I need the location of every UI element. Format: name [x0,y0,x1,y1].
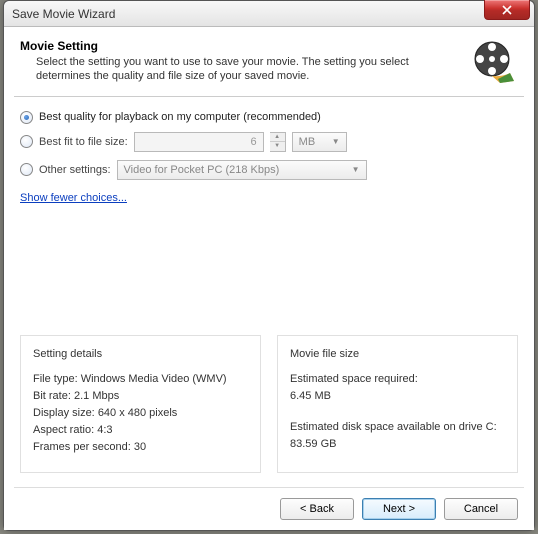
radio-other-settings[interactable] [20,163,33,176]
titlebar[interactable]: Save Movie Wizard [4,1,534,27]
setting-details-panel: Setting details File type: Windows Media… [20,335,261,473]
detail-file-type: File type: Windows Media Video (WMV) [33,371,248,388]
page-subtitle: Select the setting you want to use to sa… [36,55,458,84]
back-button[interactable]: < Back [280,498,354,520]
space-required-value: 6.45 MB [290,388,505,405]
radio-best-fit[interactable] [20,135,33,148]
show-fewer-choices-link[interactable]: Show fewer choices... [20,192,127,204]
file-size-input[interactable]: 6 [134,132,264,152]
close-button[interactable] [484,0,530,20]
file-size-stepper[interactable]: ▲▼ [270,132,286,152]
wizard-header: Movie Setting Select the setting you wan… [14,35,524,96]
setting-details-heading: Setting details [33,346,248,363]
file-size-panel: Movie file size Estimated space required… [277,335,518,473]
detail-fps: Frames per second: 30 [33,439,248,456]
chevron-up-icon: ▲ [270,133,285,143]
radio-best-fit-label: Best fit to file size: [39,136,128,148]
file-size-unit-select[interactable]: MB▼ [292,132,347,152]
radio-best-quality[interactable] [20,111,33,124]
space-required-label: Estimated space required: [290,371,505,388]
detail-display-size: Display size: 640 x 480 pixels [33,405,248,422]
divider [14,96,524,97]
other-settings-select[interactable]: Video for Pocket PC (218 Kbps)▼ [117,160,367,180]
detail-aspect-ratio: Aspect ratio: 4:3 [33,422,248,439]
close-icon [502,5,512,15]
chevron-down-icon: ▼ [270,142,285,151]
page-title: Movie Setting [20,39,458,53]
window-title: Save Movie Wizard [12,7,115,21]
file-size-heading: Movie file size [290,346,505,363]
chevron-down-icon: ▼ [332,137,340,146]
movie-reel-icon [470,37,518,85]
detail-bit-rate: Bit rate: 2.1 Mbps [33,388,248,405]
space-available-label: Estimated disk space available on drive … [290,419,505,436]
wizard-buttons: < Back Next > Cancel [14,487,524,522]
options-group: Best quality for playback on my computer… [14,111,524,204]
next-button[interactable]: Next > [362,498,436,520]
cancel-button[interactable]: Cancel [444,498,518,520]
radio-other-settings-label: Other settings: [39,164,111,176]
space-available-value: 83.59 GB [290,436,505,453]
content-area: Movie Setting Select the setting you wan… [4,27,534,530]
radio-best-quality-label: Best quality for playback on my computer… [39,111,321,123]
wizard-window: Save Movie Wizard Movie Setting Select t… [3,0,535,531]
chevron-down-icon: ▼ [352,165,360,174]
